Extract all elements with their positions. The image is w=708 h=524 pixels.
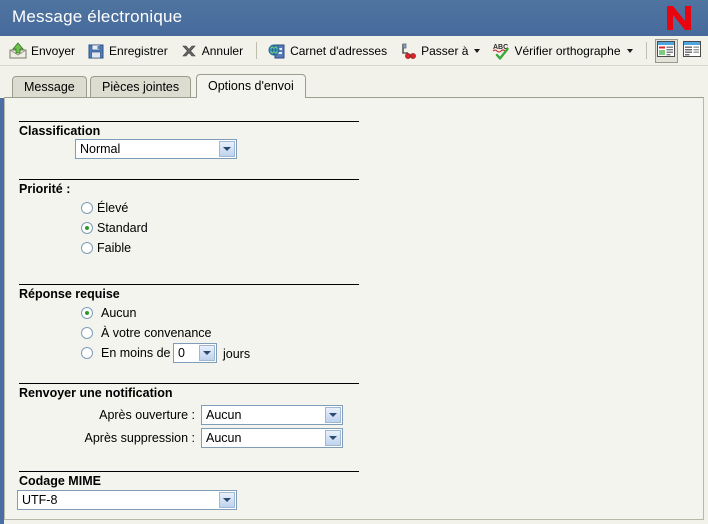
chevron-down-icon-classification[interactable] (219, 141, 235, 157)
radio-button-low[interactable] (81, 242, 93, 254)
radio-button-standard[interactable] (81, 222, 93, 234)
radio-button-reply-convenience[interactable] (81, 327, 93, 339)
cancel-x-icon (180, 42, 198, 60)
send-options-panel: Classification Normal Priorité : Élevé S… (4, 97, 704, 520)
radio-label-high: Élevé (97, 201, 129, 215)
toolbar-button-address-book[interactable]: Carnet d'adresses (263, 39, 392, 63)
section-title-notification: Renvoyer une notification (19, 386, 173, 400)
tab-send-options[interactable]: Options d'envoi (196, 74, 306, 98)
chevron-down-icon-mime[interactable] (219, 492, 235, 508)
radio-button-reply-none[interactable] (81, 307, 93, 319)
move-to-icon (399, 42, 417, 60)
mime-encoding-select[interactable]: UTF-8 (17, 490, 237, 510)
label-after-open: Après ouverture : (99, 408, 195, 422)
toolbar-button-move-to[interactable]: Passer à (394, 39, 485, 63)
window-titlebar: Message électronique (0, 0, 708, 37)
window-title: Message électronique (12, 7, 183, 26)
tab-message[interactable]: Message (12, 76, 87, 98)
main-toolbar: Envoyer Enregistrer Annuler Carnet d'adr… (0, 36, 708, 66)
toolbar-label-save: Enregistrer (109, 43, 168, 58)
toolbar-button-spell-check[interactable]: ABC Vérifier orthographe (487, 39, 637, 63)
section-title-classification: Classification (19, 124, 101, 138)
classification-select[interactable]: Normal (75, 139, 237, 159)
radio-priority-high[interactable]: Élevé (81, 201, 128, 215)
toolbar-label-send: Envoyer (31, 43, 76, 58)
section-title-priority: Priorité : (19, 182, 71, 196)
after-open-select[interactable]: Aucun (201, 405, 343, 425)
radio-label-standard: Standard (97, 221, 148, 235)
radio-label-reply-none: Aucun (101, 306, 137, 320)
section-title-mime: Codage MIME (19, 474, 101, 488)
reply-days-suffix: jours (223, 347, 251, 361)
layout-single-view-icon (683, 41, 702, 60)
radio-reply-convenience[interactable]: À votre convenance (81, 326, 212, 340)
send-envelope-icon (9, 41, 27, 60)
radio-button-high[interactable] (81, 202, 93, 214)
chevron-down-icon-after-delete[interactable] (325, 430, 341, 446)
tab-strip: Message Pièces jointes Options d'envoi (0, 66, 708, 98)
message-options-window: Message électronique Envoyer Enregistrer… (0, 0, 708, 524)
radio-label-reply-convenience: À votre convenance (101, 326, 212, 340)
radio-button-reply-within-days[interactable] (81, 347, 93, 359)
chevron-down-icon-after-open[interactable] (325, 407, 341, 423)
address-book-globe-icon (268, 42, 286, 60)
after-delete-select[interactable]: Aucun (201, 428, 343, 448)
toolbar-label-address-book: Carnet d'adresses (290, 43, 388, 58)
radio-priority-standard[interactable]: Standard (81, 221, 148, 235)
toolbar-label-cancel: Annuler (201, 43, 244, 58)
toolbar-label-move-to: Passer à (421, 43, 469, 58)
toolbar-button-cancel[interactable]: Annuler (175, 39, 248, 63)
toolbar-button-layout-single-view[interactable] (680, 39, 704, 63)
section-rule-reply (19, 284, 359, 285)
novell-n-logo-icon (667, 6, 691, 30)
layout-split-view-icon (657, 41, 676, 60)
toolbar-button-save[interactable]: Enregistrer (82, 39, 173, 63)
toolbar-separator-1 (256, 42, 258, 59)
tab-attachments[interactable]: Pièces jointes (90, 76, 192, 98)
after-open-select-value: Aucun (206, 408, 242, 422)
radio-reply-within-days[interactable]: En moins de (81, 346, 170, 360)
mime-encoding-select-value: UTF-8 (22, 493, 58, 507)
after-delete-select-value: Aucun (206, 431, 242, 445)
chevron-down-icon-reply-days[interactable] (199, 345, 215, 361)
label-after-delete: Après suppression : (84, 431, 195, 445)
classification-select-value: Normal (80, 142, 121, 156)
floppy-disk-icon (87, 42, 105, 60)
section-rule-mime (19, 471, 359, 472)
reply-days-select[interactable]: 0 (173, 343, 217, 363)
toolbar-button-layout-split-view[interactable] (654, 38, 679, 63)
spell-check-abc-icon: ABC (492, 42, 510, 60)
toolbar-separator-2 (645, 42, 647, 59)
section-rule-priority (19, 179, 359, 180)
radio-label-reply-within-days: En moins de (101, 346, 171, 360)
radio-label-low: Faible (97, 241, 132, 255)
toolbar-button-send[interactable]: Envoyer (4, 39, 80, 63)
section-title-reply: Réponse requise (19, 287, 120, 301)
chevron-down-icon-move-to[interactable] (474, 48, 481, 53)
section-rule-notification (19, 383, 359, 384)
reply-days-select-value: 0 (178, 346, 185, 360)
radio-reply-none[interactable]: Aucun (81, 306, 136, 320)
section-rule-classification (19, 121, 359, 122)
toolbar-label-spell-check: Vérifier orthographe (514, 43, 621, 58)
radio-priority-low[interactable]: Faible (81, 241, 131, 255)
chevron-down-icon-spell-check[interactable] (626, 48, 633, 53)
